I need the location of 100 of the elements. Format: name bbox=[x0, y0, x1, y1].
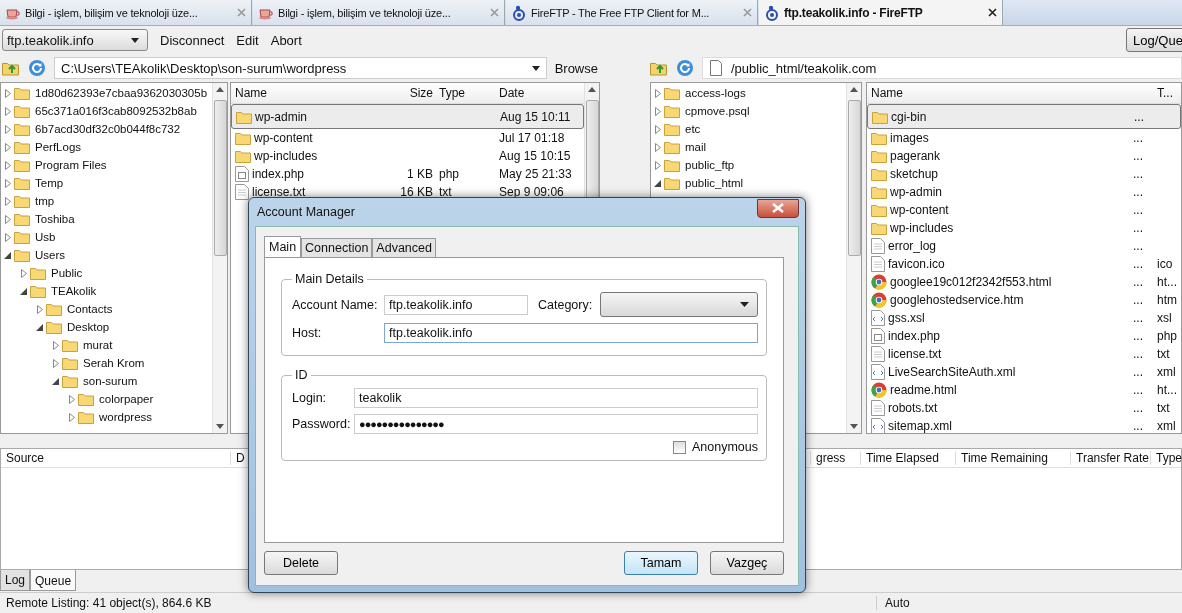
folder-name[interactable]: Users bbox=[35, 249, 66, 261]
remote-path-field[interactable]: /public_html/teakolik.com bbox=[702, 57, 1182, 79]
folder-up-icon[interactable] bbox=[650, 60, 668, 76]
browse-link[interactable]: Browse bbox=[554, 60, 598, 76]
toolbar-link[interactable]: Disconnect bbox=[160, 32, 225, 48]
folder-name[interactable]: Program Files bbox=[35, 159, 107, 171]
file-row[interactable]: wp-admin ... bbox=[867, 183, 1181, 201]
browser-tab[interactable]: Bilgi - işlem, bilişim ve teknoloji üze... bbox=[253, 0, 505, 25]
dialog-tab[interactable]: Advanced bbox=[372, 238, 436, 257]
toolbar-link[interactable]: Edit bbox=[236, 32, 259, 48]
folder-name[interactable]: cpmove.psql bbox=[685, 105, 750, 117]
folder-name[interactable]: Toshiba bbox=[35, 213, 75, 225]
folder-name[interactable]: 1d80d62393e7cbaa9362030305b bbox=[35, 87, 208, 99]
dialog-button[interactable]: Delete bbox=[264, 551, 338, 575]
column-header[interactable]: Source bbox=[1, 451, 231, 465]
file-row[interactable]: wp-admin Aug 15 10:11 bbox=[231, 104, 584, 129]
local-path-field[interactable]: C:\Users\TEAkolik\Desktop\son-surum\wordpress bbox=[54, 57, 547, 79]
dialog-tab[interactable]: Main bbox=[264, 236, 302, 257]
column-header[interactable]: Time Elapsed bbox=[861, 451, 956, 465]
file-row[interactable]: sketchup ... bbox=[867, 165, 1181, 183]
toolbar-link[interactable]: Abort bbox=[270, 32, 302, 48]
log-queue-button[interactable]: Log/Que bbox=[1126, 28, 1182, 52]
file-row[interactable]: cgi-bin ... bbox=[867, 104, 1181, 129]
expander-icon[interactable] bbox=[36, 322, 44, 332]
folder-name[interactable]: Usb bbox=[35, 231, 56, 243]
password-field[interactable]: ●●●●●●●●●●●●●●● bbox=[354, 414, 758, 434]
column-header[interactable]: Date bbox=[495, 86, 584, 100]
scrollbar[interactable] bbox=[212, 83, 227, 433]
folder-name[interactable]: TEAkolik bbox=[51, 285, 97, 297]
scroll-thumb[interactable] bbox=[213, 100, 227, 256]
browser-tab[interactable]: FireFTP - The Free FTP Client for M... bbox=[506, 0, 758, 25]
file-row[interactable]: sitemap.xml ... xml bbox=[867, 417, 1181, 433]
dialog-button[interactable]: Tamam bbox=[624, 551, 698, 575]
file-row[interactable]: license.txt 16 KB txt Sep 9 09:06 bbox=[231, 183, 584, 201]
folder-name[interactable]: public_html bbox=[685, 177, 744, 189]
file-row[interactable]: wp-content ... bbox=[867, 201, 1181, 219]
column-header[interactable]: Type bbox=[1151, 451, 1182, 465]
file-row[interactable]: pagerank ... bbox=[867, 147, 1181, 165]
account-dropdown[interactable]: ftp.teakolik.info bbox=[2, 29, 148, 51]
folder-name[interactable]: public_ftp bbox=[685, 159, 735, 171]
file-row[interactable]: favicon.ico ... ico bbox=[867, 255, 1181, 273]
file-row[interactable]: wp-includes Aug 15 10:15 bbox=[231, 147, 584, 165]
panel-tab[interactable]: Log bbox=[0, 570, 31, 591]
folder-name[interactable]: son-surum bbox=[83, 375, 138, 387]
browser-tab[interactable]: Bilgi - işlem, bilişim ve teknoloji üze... bbox=[0, 0, 252, 25]
column-header[interactable]: Name bbox=[867, 86, 1129, 100]
scroll-up-icon[interactable] bbox=[850, 87, 858, 92]
close-icon[interactable] bbox=[988, 8, 997, 17]
scroll-up-icon[interactable] bbox=[216, 87, 224, 92]
file-row[interactable]: gss.xsl ... xsl bbox=[867, 309, 1181, 327]
folder-name[interactable]: murat bbox=[83, 339, 113, 351]
file-row[interactable]: index.php 1 KB php May 25 21:33 bbox=[231, 165, 584, 183]
folder-name[interactable]: colorpaper bbox=[99, 393, 154, 405]
folder-name[interactable]: wordpress bbox=[99, 411, 153, 423]
file-row[interactable]: googlee19c012f2342f553.html ... ht... bbox=[867, 273, 1181, 291]
scroll-down-icon[interactable] bbox=[216, 424, 224, 429]
folder-name[interactable]: tmp bbox=[35, 195, 55, 207]
column-header[interactable]: Size bbox=[379, 86, 435, 100]
folder-name[interactable]: Public bbox=[51, 267, 83, 279]
column-header[interactable]: gress bbox=[811, 451, 861, 465]
column-header[interactable]: T... bbox=[1153, 86, 1181, 100]
account-name-field[interactable]: ftp.teakolik.info bbox=[384, 294, 528, 315]
scroll-down-icon[interactable] bbox=[850, 424, 858, 429]
file-row[interactable]: error_log ... bbox=[867, 237, 1181, 255]
scroll-thumb[interactable] bbox=[847, 100, 861, 256]
file-row[interactable]: wp-includes ... bbox=[867, 219, 1181, 237]
folder-name[interactable]: mail bbox=[685, 141, 707, 153]
folder-name[interactable]: PerfLogs bbox=[35, 141, 82, 153]
scroll-up-icon[interactable] bbox=[588, 87, 596, 92]
expander-icon[interactable] bbox=[52, 376, 60, 386]
folder-name[interactable]: access-logs bbox=[685, 87, 746, 99]
file-row[interactable]: googlehostedservice.htm ... htm bbox=[867, 291, 1181, 309]
file-row[interactable]: readme.html ... ht... bbox=[867, 381, 1181, 399]
column-header[interactable]: Type bbox=[435, 86, 495, 100]
file-row[interactable]: robots.txt ... txt bbox=[867, 399, 1181, 417]
folder-name[interactable]: Temp bbox=[35, 177, 64, 189]
expander-icon[interactable] bbox=[20, 286, 28, 296]
login-field[interactable]: teakolik bbox=[354, 388, 758, 408]
category-dropdown[interactable] bbox=[600, 292, 758, 317]
column-header[interactable]: Time Remaining bbox=[956, 451, 1071, 465]
file-row[interactable]: wp-content Jul 17 01:18 bbox=[231, 129, 584, 147]
folder-name[interactable]: 65c371a016f3cab8092532b8ab bbox=[35, 105, 197, 117]
browser-tab[interactable]: ftp.teakolik.info - FireFTP bbox=[759, 0, 1003, 25]
refresh-icon[interactable] bbox=[28, 59, 46, 77]
file-row[interactable]: LiveSearchSiteAuth.xml ... xml bbox=[867, 363, 1181, 381]
dialog-tab[interactable]: Connection bbox=[301, 238, 373, 257]
folder-name[interactable]: 6b7acd30df32c0b044f8c732 bbox=[35, 123, 181, 135]
expander-icon[interactable] bbox=[4, 250, 12, 260]
folder-name[interactable]: Contacts bbox=[67, 303, 113, 315]
folder-up-icon[interactable] bbox=[2, 60, 20, 76]
scrollbar[interactable] bbox=[846, 83, 861, 433]
expander-icon[interactable] bbox=[654, 178, 662, 188]
column-header[interactable]: Transfer Rate bbox=[1071, 451, 1151, 465]
folder-name[interactable]: etc bbox=[685, 123, 701, 135]
dialog-button[interactable]: Vazgeç bbox=[710, 551, 784, 575]
folder-name[interactable]: Desktop bbox=[67, 321, 110, 333]
close-button[interactable] bbox=[757, 198, 799, 218]
checkbox[interactable] bbox=[673, 440, 686, 454]
file-row[interactable]: license.txt ... txt bbox=[867, 345, 1181, 363]
refresh-icon[interactable] bbox=[676, 59, 694, 77]
